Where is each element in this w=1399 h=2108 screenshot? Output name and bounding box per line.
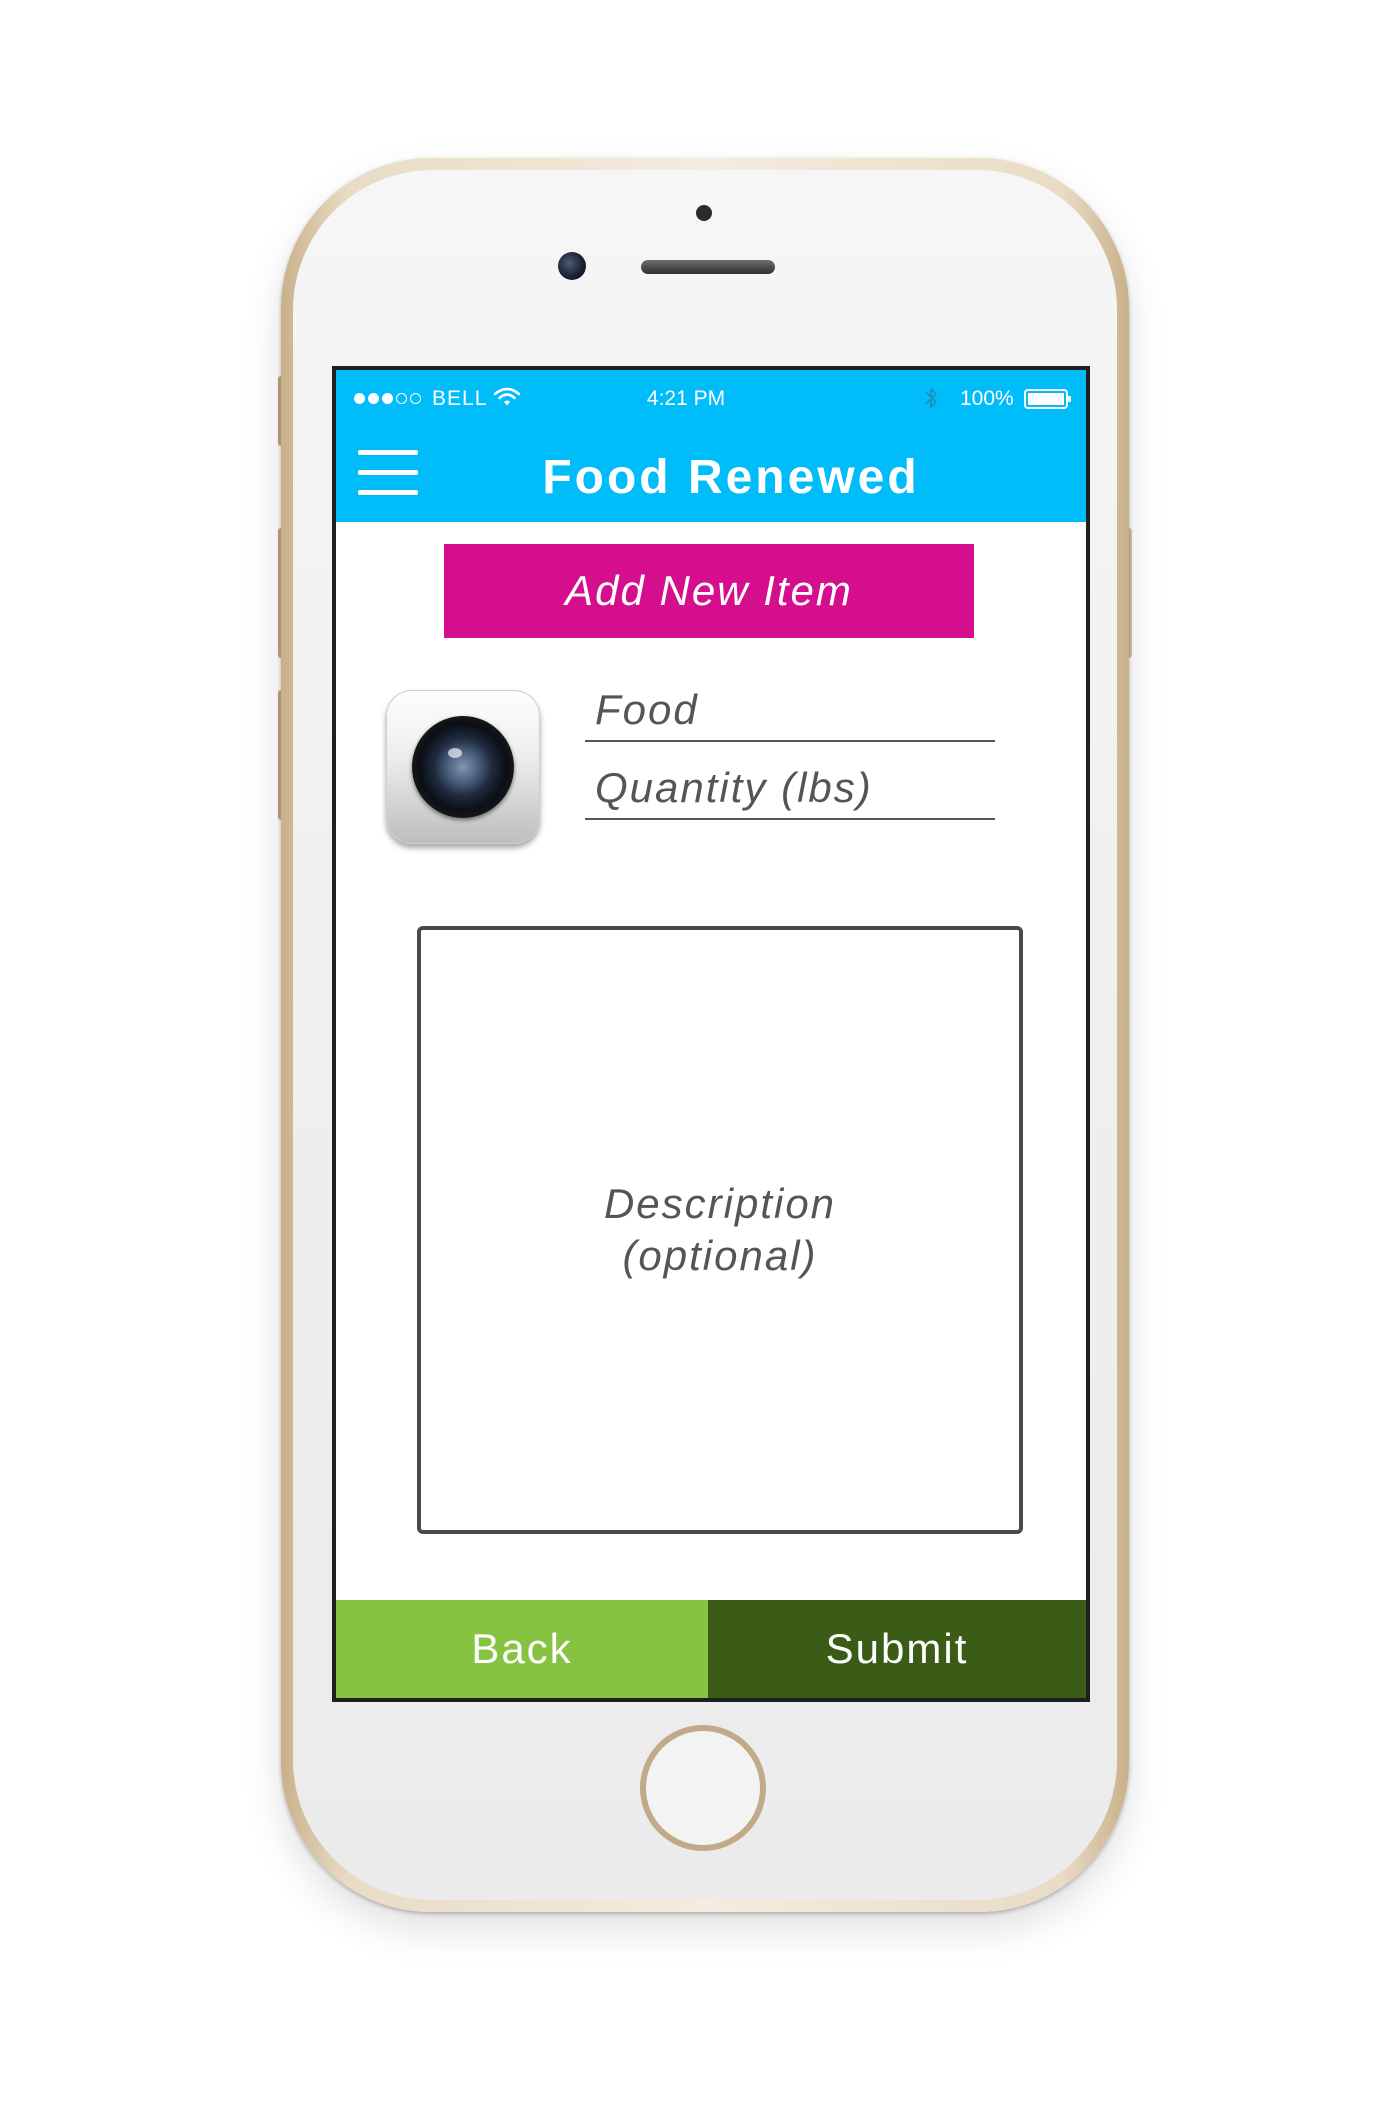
description-placeholder: Description (optional) — [603, 1180, 837, 1279]
app-header: Food Renewed — [336, 426, 1086, 522]
submit-button[interactable]: Submit — [708, 1600, 1086, 1698]
description-textarea[interactable]: Description (optional) — [417, 926, 1023, 1534]
camera-lens — [412, 716, 514, 818]
food-placeholder: Food — [595, 686, 699, 733]
status-bar: BELL 4:21 PM 100% — [336, 370, 1086, 426]
quantity-input[interactable]: Quantity (lbs) — [585, 754, 995, 820]
camera-icon[interactable] — [386, 690, 540, 844]
front-camera — [558, 252, 586, 280]
page: BELL 4:21 PM 100% Food Renewed Add New I… — [0, 0, 1399, 2108]
home-button[interactable] — [640, 1725, 766, 1851]
food-input[interactable]: Food — [585, 676, 995, 742]
add-new-item-banner: Add New Item — [444, 544, 974, 638]
phone-screen: BELL 4:21 PM 100% Food Renewed Add New I… — [332, 366, 1090, 1702]
proximity-sensor — [696, 205, 712, 221]
quantity-placeholder: Quantity (lbs) — [595, 764, 873, 811]
bluetooth-icon — [925, 388, 937, 408]
battery-percentage: 100% — [960, 387, 1014, 410]
status-time: 4:21 PM — [646, 387, 726, 410]
earpiece-speaker — [641, 260, 775, 274]
app-title: Food Renewed — [542, 451, 920, 504]
back-button[interactable]: Back — [336, 1600, 708, 1698]
battery-icon — [1024, 389, 1071, 409]
